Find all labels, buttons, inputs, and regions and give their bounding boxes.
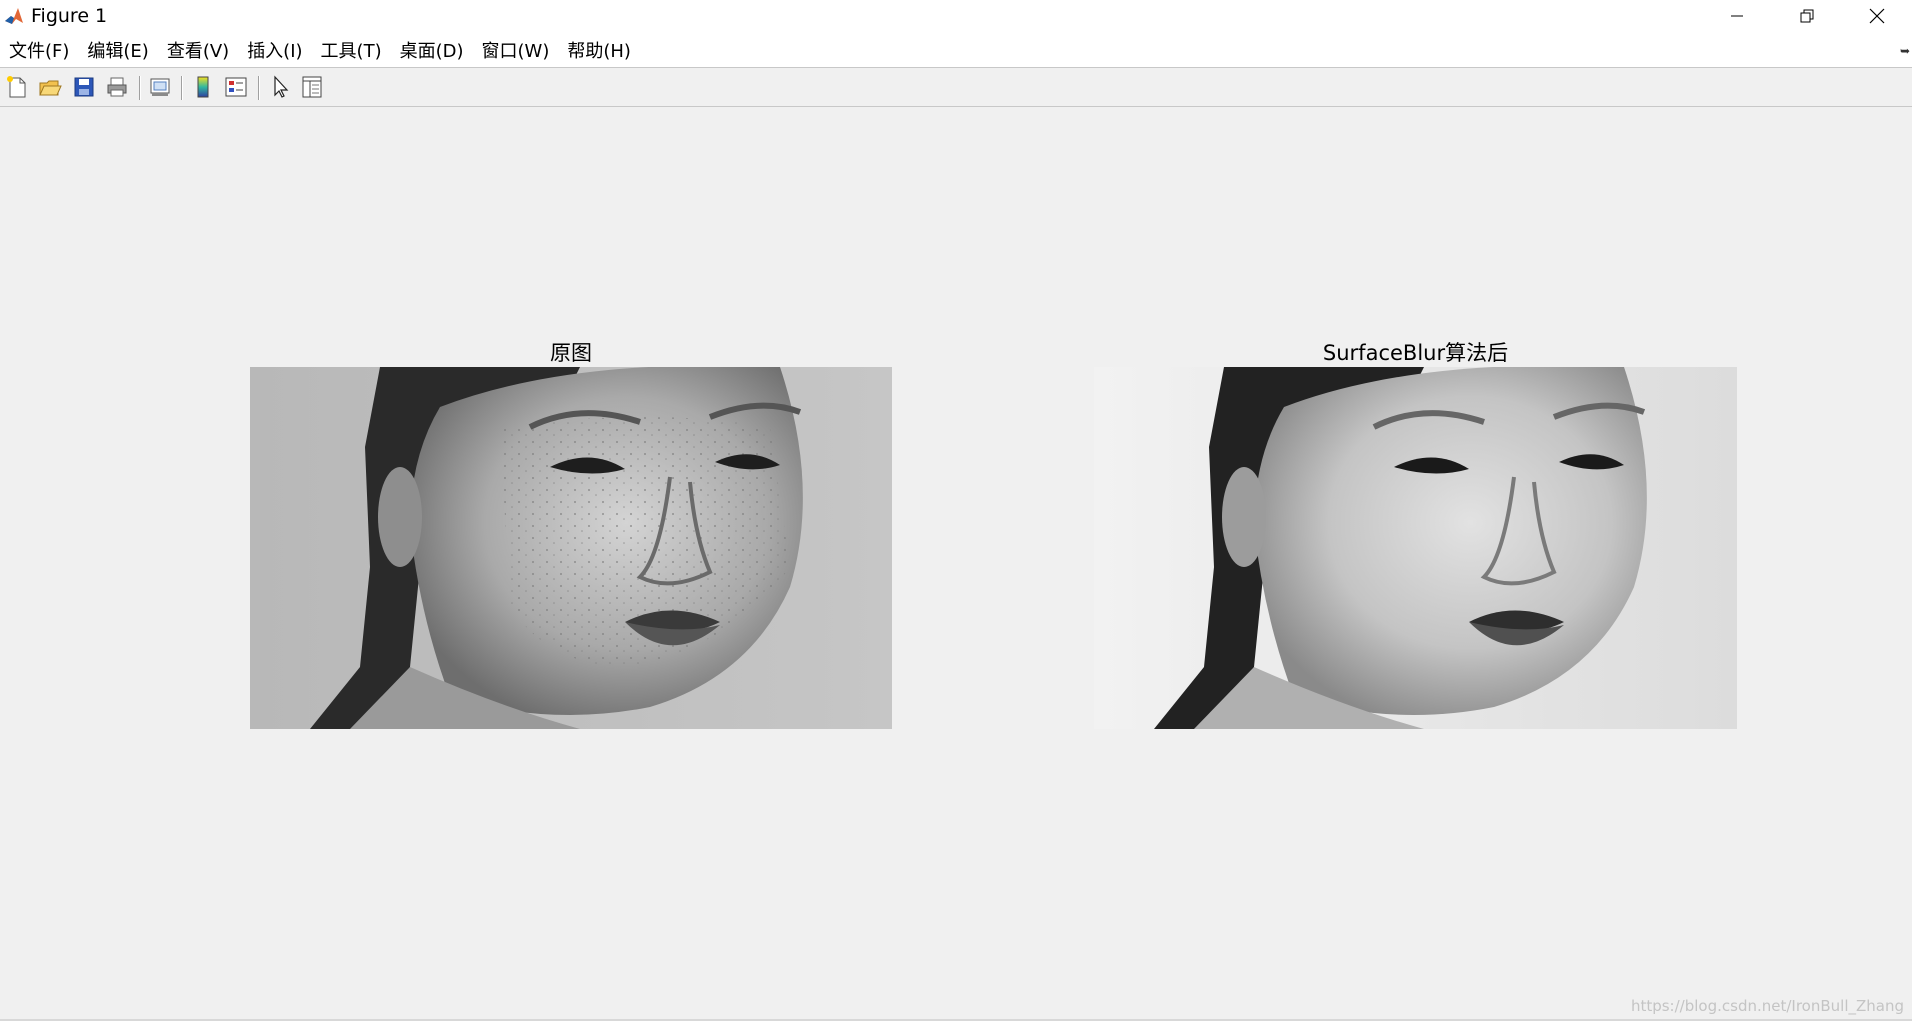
save-button[interactable]	[70, 73, 98, 101]
insert-colorbar-button[interactable]	[189, 73, 217, 101]
window-title: Figure 1	[31, 5, 108, 27]
insert-legend-button[interactable]	[222, 73, 250, 101]
close-icon	[1869, 8, 1885, 24]
menu-window[interactable]: 窗口(W)	[473, 37, 559, 63]
edit-plot-button[interactable]	[267, 73, 295, 101]
new-figure-button[interactable]	[3, 73, 31, 101]
menu-tools[interactable]: 工具(T)	[312, 37, 391, 63]
print-button[interactable]	[103, 73, 131, 101]
menu-insert[interactable]: 插入(I)	[238, 37, 311, 63]
axes-title-original: 原图	[550, 341, 592, 365]
axes-title-surfaceblur: SurfaceBlur算法后	[1322, 341, 1509, 365]
close-button[interactable]	[1842, 0, 1912, 32]
property-inspector-icon	[302, 76, 322, 98]
property-inspector-button[interactable]	[298, 73, 326, 101]
surfaceblur-image	[1094, 367, 1737, 729]
insert-legend-icon	[225, 77, 247, 97]
link-plot-button[interactable]	[146, 73, 174, 101]
minimize-button[interactable]	[1702, 0, 1772, 32]
dock-arrow-icon[interactable]: ➥	[1900, 44, 1910, 58]
save-icon	[74, 77, 94, 97]
menu-view[interactable]: 查看(V)	[158, 37, 238, 63]
portrait-blurred-image	[1094, 367, 1737, 729]
watermark-url: https://blog.csdn.net/IronBull_Zhang	[1630, 997, 1904, 1015]
edit-plot-pointer-icon	[274, 75, 289, 98]
original-image	[250, 367, 892, 729]
matlab-logo-icon	[3, 5, 25, 27]
open-file-button[interactable]	[36, 73, 64, 101]
link-plot-icon	[150, 78, 170, 96]
menu-help[interactable]: 帮助(H)	[558, 37, 640, 63]
title-bar: Figure 1	[0, 0, 1912, 32]
restore-button[interactable]	[1772, 0, 1842, 32]
minimize-icon	[1731, 15, 1743, 17]
menu-desktop[interactable]: 桌面(D)	[391, 37, 473, 63]
insert-colorbar-icon	[197, 76, 209, 98]
new-figure-icon	[7, 76, 26, 98]
figure-toolbar	[0, 68, 1912, 107]
restore-icon	[1800, 9, 1814, 23]
open-file-icon	[39, 80, 62, 96]
portrait-original-image	[250, 367, 892, 729]
print-icon	[107, 77, 127, 97]
menu-file[interactable]: 文件(F)	[0, 37, 78, 63]
menu-edit[interactable]: 编辑(E)	[78, 37, 157, 63]
menu-bar: 文件(F) 编辑(E) 查看(V) 插入(I) 工具(T) 桌面(D) 窗口(W…	[0, 32, 1912, 68]
